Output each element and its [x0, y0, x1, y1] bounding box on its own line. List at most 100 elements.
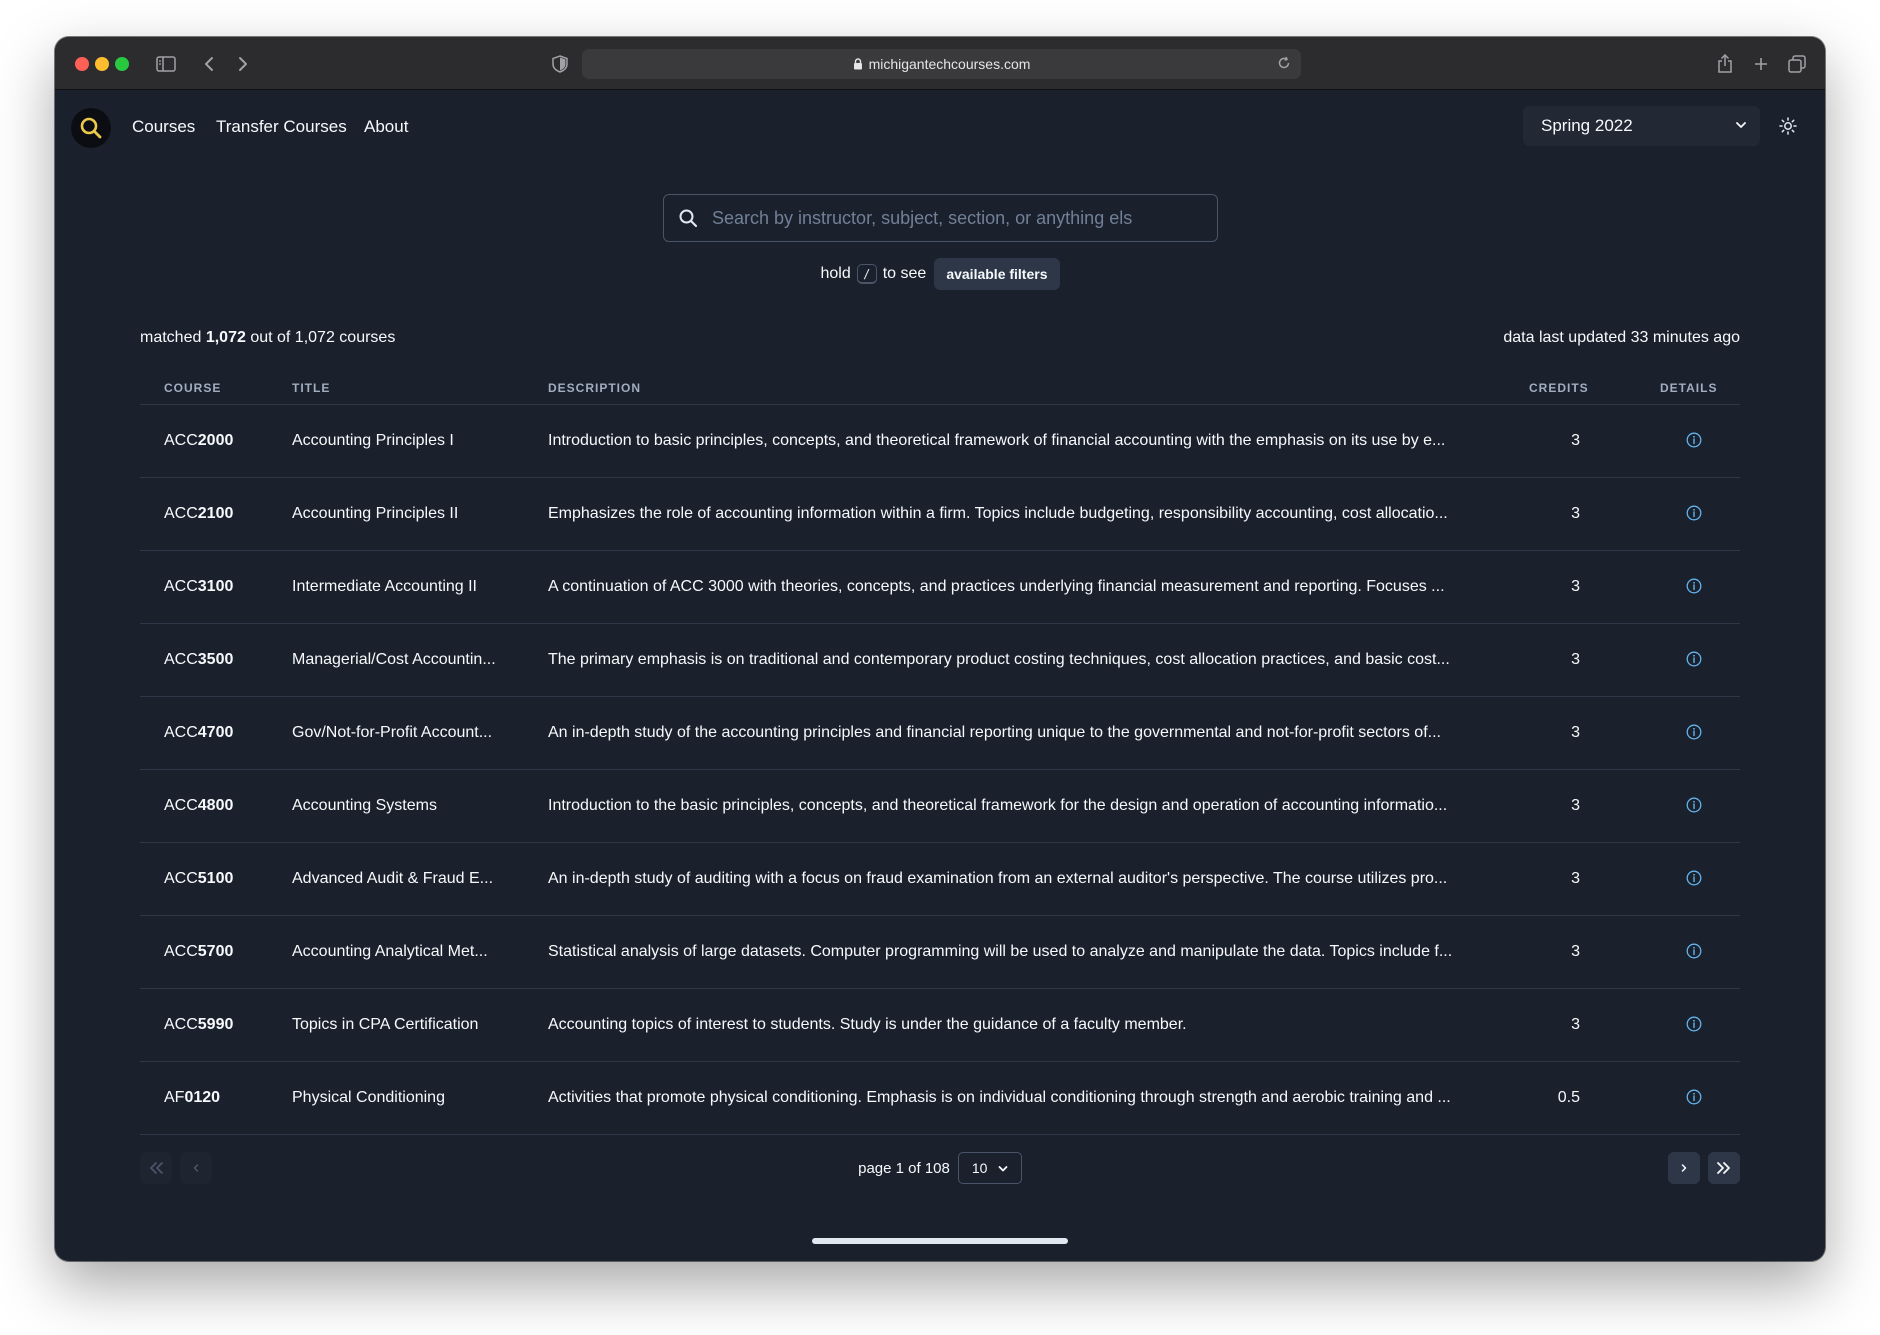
- sun-icon[interactable]: [1775, 113, 1801, 139]
- course-number: 4800: [197, 797, 234, 814]
- course-credits: 3: [1571, 505, 1580, 522]
- shield-icon[interactable]: [549, 50, 571, 78]
- reload-icon[interactable]: [1277, 56, 1291, 70]
- table-row[interactable]: ACC5100 Advanced Audit & Fraud E... An in-…: [140, 843, 1740, 916]
- nav-link-courses[interactable]: Courses: [132, 117, 195, 137]
- course-credits: 3: [1571, 870, 1580, 887]
- table-row[interactable]: ACC4700 Gov/Not-for-Profit Account... An i…: [140, 697, 1740, 770]
- course-credits: 3: [1571, 797, 1580, 814]
- pagination: page 1 of 108 10: [140, 1152, 1740, 1184]
- browser-window: michigantechcourses.com Courses Transfer…: [55, 37, 1825, 1261]
- course-code: AF0120: [164, 1089, 220, 1107]
- table-row[interactable]: ACC4800 Accounting Systems Introduction to…: [140, 770, 1740, 843]
- course-title: Advanced Audit & Fraud E...: [292, 870, 494, 887]
- info-icon[interactable]: [1686, 505, 1702, 521]
- column-header-description[interactable]: DESCRIPTION: [548, 381, 641, 395]
- maximize-window-button[interactable]: [115, 57, 129, 71]
- page-size-select[interactable]: 10: [957, 1152, 1022, 1184]
- course-description: The primary emphasis is on traditional a…: [548, 651, 1450, 668]
- app-navbar: Courses Transfer Courses About Spring 20…: [55, 90, 1825, 163]
- available-filters-button[interactable]: available filters: [934, 258, 1060, 290]
- tab-overview-icon[interactable]: [1785, 50, 1809, 78]
- course-credits: 3: [1571, 651, 1580, 668]
- course-description: Statistical analysis of large datasets. …: [548, 943, 1453, 960]
- course-code: ACC5700: [164, 943, 233, 961]
- course-code: ACC3500: [164, 651, 233, 669]
- close-window-button[interactable]: [75, 57, 89, 71]
- chevron-down-icon: [1734, 118, 1748, 132]
- info-icon[interactable]: [1686, 1089, 1702, 1105]
- sidebar-toggle-icon[interactable]: [152, 50, 180, 78]
- nav-link-transfer-courses[interactable]: Transfer Courses: [216, 117, 347, 137]
- new-tab-icon[interactable]: [1749, 50, 1773, 78]
- course-code: ACC4800: [164, 797, 233, 815]
- forward-icon[interactable]: [231, 50, 255, 78]
- course-description: A continuation of ACC 3000 with theories…: [548, 578, 1445, 595]
- course-number: 0120: [184, 1089, 221, 1106]
- course-description: Accounting topics of interest to student…: [548, 1016, 1187, 1033]
- course-number: 5990: [197, 1016, 234, 1033]
- column-header-title[interactable]: TITLE: [292, 381, 330, 395]
- info-icon[interactable]: [1686, 651, 1702, 667]
- course-number: 4700: [197, 724, 234, 741]
- chevron-right-icon: [1681, 1164, 1687, 1172]
- search-box: [663, 194, 1218, 242]
- info-icon[interactable]: [1686, 724, 1702, 740]
- course-number: 2100: [197, 505, 234, 522]
- table-row[interactable]: ACC2000 Accounting Principles I Introducti…: [140, 405, 1740, 478]
- course-description: Activities that promote physical conditi…: [548, 1089, 1451, 1106]
- search-icon[interactable]: [71, 108, 111, 148]
- search-input[interactable]: [712, 195, 1207, 241]
- scroll-indicator[interactable]: [812, 1238, 1068, 1244]
- search-icon: [678, 208, 698, 228]
- column-header-credits[interactable]: CREDITS: [1529, 381, 1589, 395]
- double-chevron-right-icon: [1717, 1162, 1730, 1174]
- course-title: Gov/Not-for-Profit Account...: [292, 724, 493, 741]
- info-icon[interactable]: [1686, 870, 1702, 886]
- hint-suffix: to see: [882, 265, 927, 282]
- course-subject: ACC: [164, 724, 198, 741]
- next-page-button[interactable]: [1668, 1152, 1700, 1184]
- course-code: ACC5990: [164, 1016, 233, 1034]
- page-size-value: 10: [971, 1160, 988, 1176]
- column-header-details: DETAILS: [1660, 381, 1718, 395]
- course-title: Topics in CPA Certification: [292, 1016, 479, 1033]
- table-row[interactable]: ACC2100 Accounting Principles II Emphasize…: [140, 478, 1740, 551]
- course-title: Accounting Principles I: [292, 432, 454, 449]
- course-description: Emphasizes the role of accounting inform…: [548, 505, 1448, 522]
- minimize-window-button[interactable]: [95, 57, 109, 71]
- course-code: ACC2100: [164, 505, 233, 523]
- course-subject: ACC: [164, 578, 198, 595]
- course-credits: 3: [1571, 943, 1580, 960]
- semester-select[interactable]: Spring 2022: [1523, 106, 1760, 146]
- course-description: Introduction to basic principles, concep…: [548, 432, 1446, 449]
- course-credits: 3: [1571, 432, 1580, 449]
- table-header: COURSE TITLE DESCRIPTION CREDITS DETAILS: [140, 365, 1740, 405]
- hint-prefix: hold: [820, 265, 851, 282]
- table-row[interactable]: ACC3100 Intermediate Accounting II A conti…: [140, 551, 1740, 624]
- address-bar[interactable]: michigantechcourses.com: [582, 49, 1301, 79]
- course-credits: 0.5: [1557, 1089, 1580, 1106]
- table-row[interactable]: ACC5700 Accounting Analytical Met... Stati…: [140, 916, 1740, 989]
- column-header-course[interactable]: COURSE: [164, 381, 221, 395]
- info-icon[interactable]: [1686, 1016, 1702, 1032]
- course-title: Intermediate Accounting II: [292, 578, 477, 595]
- back-icon[interactable]: [197, 50, 221, 78]
- info-icon[interactable]: [1686, 578, 1702, 594]
- course-number: 3500: [197, 651, 234, 668]
- share-icon[interactable]: [1713, 50, 1737, 78]
- last-page-button[interactable]: [1708, 1152, 1740, 1184]
- table-row[interactable]: ACC5990 Topics in CPA Certification Accoun…: [140, 989, 1740, 1062]
- info-icon[interactable]: [1686, 432, 1702, 448]
- course-number: 3100: [197, 578, 234, 595]
- info-icon[interactable]: [1686, 797, 1702, 813]
- course-description: An in-depth study of auditing with a foc…: [548, 870, 1448, 887]
- nav-link-about[interactable]: About: [364, 117, 408, 137]
- table-row[interactable]: ACC3500 Managerial/Cost Accountin... The p…: [140, 624, 1740, 697]
- course-subject: ACC: [164, 651, 198, 668]
- table-row[interactable]: AF0120 Physical Conditioning Activities th…: [140, 1062, 1740, 1135]
- course-title: Accounting Systems: [292, 797, 437, 814]
- course-code: ACC5100: [164, 870, 233, 888]
- info-icon[interactable]: [1686, 943, 1702, 959]
- course-title: Accounting Principles II: [292, 505, 459, 522]
